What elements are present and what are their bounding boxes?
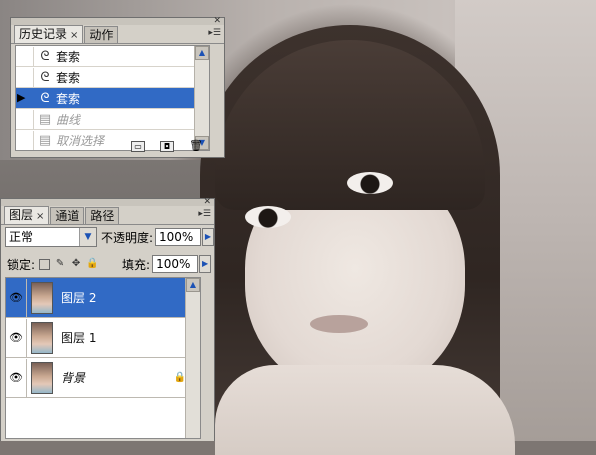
chevron-down-icon[interactable]: ▼ <box>78 228 96 246</box>
panel-menu-icon[interactable]: ▸☰ <box>198 209 211 219</box>
panel-menu-icon[interactable]: ▸☰ <box>208 28 221 38</box>
new-document-from-state-icon[interactable]: ▭ <box>131 141 145 152</box>
blend-mode-value: 正常 <box>9 230 34 244</box>
tab-layers[interactable]: 图层 × <box>4 206 50 224</box>
eye-icon[interactable]: 👁 <box>6 358 27 397</box>
fill-slider-toggle-icon[interactable]: ▶ <box>199 255 212 273</box>
layer-thumbnail <box>31 361 53 394</box>
history-scrollbar[interactable]: ▲ ▼ <box>194 46 209 150</box>
layer-name: 背景 <box>61 371 86 385</box>
layer-thumbnail <box>31 281 53 314</box>
history-checkbox[interactable] <box>16 67 34 87</box>
layer-name: 图层 1 <box>61 331 97 345</box>
tab-layers-label: 图层 <box>9 208 34 222</box>
history-item-selected[interactable]: ▶ ᘓ 套索 <box>16 88 209 109</box>
tab-channels[interactable]: 通道 <box>50 207 85 224</box>
history-item-label: 曲线 <box>56 112 81 127</box>
lock-all-icon[interactable]: 🔒 <box>86 258 98 270</box>
history-list: ᘓ 套索 ᘓ 套索 ▶ ᘓ 套索 ▤ 曲线 ▤ 取消选择 ▲ ▼ <box>15 45 210 151</box>
history-item-label: 套索 <box>56 70 81 85</box>
layer-name: 图层 2 <box>61 291 97 305</box>
scroll-up-icon[interactable]: ▲ <box>186 278 200 292</box>
lock-label: 锁定: <box>7 257 36 272</box>
tab-history-label: 历史记录 <box>19 27 68 41</box>
layer-thumbnail <box>31 321 53 354</box>
eye-icon[interactable]: 👁 <box>6 278 27 317</box>
lasso-icon: ᘓ <box>40 48 50 64</box>
tab-actions[interactable]: 动作 <box>84 26 119 43</box>
tab-close-icon[interactable]: × <box>36 211 44 222</box>
blend-opacity-row: 正常 ▼ 不透明度: 100% ▶ <box>5 226 214 248</box>
layers-panel: ✕ 图层 × 通道 路径 ▸☰ 正常 ▼ 不透明度: 100% ▶ 锁定: ✎ ✥… <box>0 198 215 441</box>
fill-input[interactable]: 100% <box>152 255 199 273</box>
lasso-icon: ᘓ <box>40 69 50 85</box>
lock-brush-icon[interactable]: ✎ <box>54 258 66 270</box>
history-panel: ✕ 历史记录 × 动作 ▸☰ ᘓ 套索 ᘓ 套索 ▶ ᘓ 套索 ▤ 曲线 ▤ 取… <box>10 17 225 158</box>
layer-row-background[interactable]: 👁 背景 🔒 <box>6 358 200 398</box>
photo-hand <box>215 365 515 455</box>
layers-tabs: 图层 × 通道 路径 ▸☰ <box>1 206 214 225</box>
layers-list: 👁 图层 2 👁 图层 1 👁 背景 🔒 ▲ <box>5 277 201 439</box>
history-item-label: 套索 <box>56 91 81 106</box>
tab-channels-label: 通道 <box>55 209 80 223</box>
fill-label: 填充: <box>122 257 151 272</box>
history-footer: ▭ ◘ 🗑 <box>11 137 224 157</box>
history-state-arrow-icon[interactable]: ▶ <box>17 91 25 104</box>
history-tabs: 历史记录 × 动作 ▸☰ <box>11 25 224 44</box>
new-snapshot-icon[interactable]: ◘ <box>160 141 174 152</box>
layer-row[interactable]: 👁 图层 1 <box>6 318 200 358</box>
lock-transparency-icon[interactable] <box>39 258 51 270</box>
lock-fill-row: 锁定: ✎ ✥ 🔒 填充: 100% ▶ <box>7 253 212 275</box>
lock-move-icon[interactable]: ✥ <box>70 258 82 270</box>
tab-paths[interactable]: 路径 <box>85 207 120 224</box>
history-doc-icon: ▤ <box>38 111 52 127</box>
eye-icon[interactable]: 👁 <box>6 318 27 357</box>
lasso-icon: ᘓ <box>40 90 50 106</box>
history-item-label: 套索 <box>56 49 81 64</box>
scroll-up-icon[interactable]: ▲ <box>195 46 209 60</box>
layer-row[interactable]: 👁 图层 2 <box>6 278 200 318</box>
photo-eye-right <box>347 172 393 194</box>
photo-lips <box>310 315 368 333</box>
history-item[interactable]: ᘓ 套索 <box>16 67 209 88</box>
trash-icon[interactable]: 🗑 <box>189 140 203 152</box>
history-titlebar[interactable]: ✕ <box>11 17 224 26</box>
blend-mode-select[interactable]: 正常 ▼ <box>5 227 97 247</box>
history-checkbox[interactable] <box>16 109 34 129</box>
opacity-slider-toggle-icon[interactable]: ▶ <box>202 228 214 246</box>
layers-titlebar[interactable]: ✕ <box>1 198 214 207</box>
photo-eye-left <box>245 206 291 228</box>
tab-close-icon[interactable]: × <box>70 30 78 41</box>
tab-paths-label: 路径 <box>90 209 115 223</box>
history-item[interactable]: ᘓ 套索 <box>16 46 209 67</box>
opacity-input[interactable]: 100% <box>155 228 201 246</box>
history-checkbox[interactable] <box>16 46 34 66</box>
opacity-label: 不透明度: <box>100 230 154 245</box>
tab-history[interactable]: 历史记录 × <box>14 25 84 43</box>
layers-scrollbar[interactable]: ▲ <box>185 278 200 438</box>
history-item[interactable]: ▤ 曲线 <box>16 109 209 130</box>
tab-actions-label: 动作 <box>89 28 114 42</box>
